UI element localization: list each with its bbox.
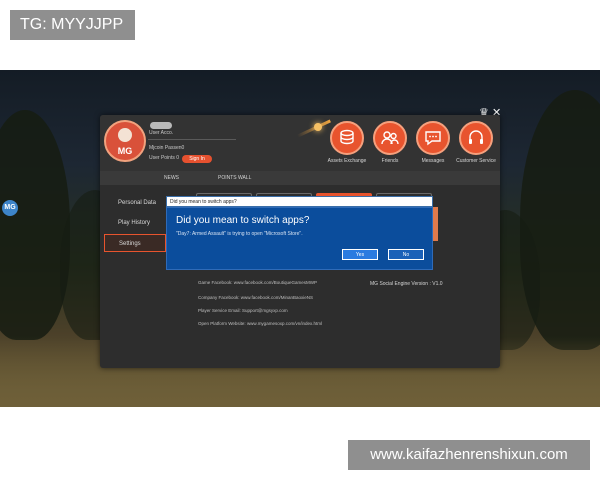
assets-exchange-button[interactable] [330,121,364,155]
engine-version: MG Social Engine Version : V1.0 [370,281,443,287]
coins-icon [340,129,354,145]
contact-line-email[interactable]: Player Service Email: Support@mgsyxp.com [198,308,288,313]
switch-apps-dialog: Did you mean to switch apps? "Day7: Arme… [166,207,433,270]
sidebar-item-personal-data[interactable]: Personal Data [104,194,166,212]
header-divider [148,139,236,140]
dialog-title: Did you mean to switch apps? [176,215,310,226]
sidebar-item-settings[interactable]: Settings [104,234,166,252]
user-toggle[interactable] [150,122,172,129]
contact-line-website[interactable]: Open Platform Website: www.mygamesoxp.co… [198,321,322,326]
friends-icon [381,131,399,145]
yes-button[interactable]: Yes [342,249,378,260]
message-icon [425,131,441,146]
contact-line-game-facebook[interactable]: Game Facebook: www.facebook.com/Boutique… [198,280,317,285]
tab-news[interactable]: NEWS [164,171,179,185]
tab-bar: NEWS POINTS WALL [100,171,500,185]
friends-button[interactable] [373,121,407,155]
customer-service-button[interactable] [459,121,493,155]
contact-line-company-facebook[interactable]: Company Facebook: www.facebook.com/Minan… [198,295,313,300]
sign-in-button[interactable]: Sign In [182,155,212,163]
username: User Acco. [149,130,174,136]
customer-service-label: Customer Service [456,158,496,164]
watermark-bottom: www.kaifazhenrenshixun.com [348,440,590,470]
avatar-face-icon [118,128,132,142]
dialog-window-title: Did you mean to switch apps? [166,196,433,207]
user-points: User Points 0 [149,155,180,161]
headset-icon [469,130,483,144]
side-mg-badge[interactable]: MG [2,200,18,216]
watermark-top: TG: MYYJJPP [10,10,135,40]
dialog-message: "Day7: Armed Assault" is trying to open … [176,231,303,237]
sidebar-item-play-history[interactable]: Play History [104,214,166,232]
avatar-initials: MG [117,146,133,156]
messages-button[interactable] [416,121,450,155]
avatar[interactable]: MG [104,120,146,162]
decorative-spark [314,123,322,131]
no-button[interactable]: No [388,249,424,260]
panel-header: MG User Acco. Mjcoin Passen0 User Points… [100,115,500,171]
mg-coins: Mjcoin Passen0 [149,145,185,151]
tab-points-wall[interactable]: POINTS WALL [218,171,251,185]
